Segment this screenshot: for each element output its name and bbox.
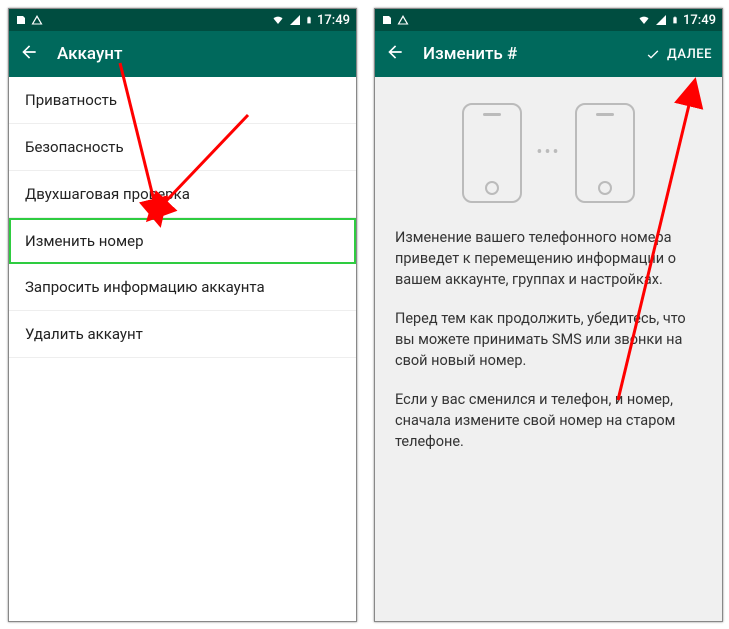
signal-icon <box>655 14 667 26</box>
status-clock: 17:49 <box>683 13 716 28</box>
battery-icon <box>671 14 679 26</box>
warning-icon <box>31 14 43 26</box>
next-button[interactable]: ДАЛЕЕ <box>645 46 712 62</box>
phone-icon <box>462 103 522 203</box>
warning-icon <box>397 14 409 26</box>
settings-item-0[interactable]: Приватность <box>9 77 356 124</box>
phone-left: 17:49 Аккаунт ПриватностьБезопасностьДву… <box>8 8 357 622</box>
back-button[interactable] <box>385 42 405 66</box>
settings-item-4[interactable]: Запросить информацию аккаунта <box>9 264 356 311</box>
info-paragraph: Если у вас сменился и телефон, и номер, … <box>395 389 702 452</box>
settings-item-3[interactable]: Изменить номер <box>9 218 356 264</box>
settings-list: ПриватностьБезопасностьДвухшаговая прове… <box>9 77 356 358</box>
page-title: Аккаунт <box>57 44 122 64</box>
signal-icon <box>289 14 301 26</box>
status-bar: 17:49 <box>375 9 722 31</box>
status-clock: 17:49 <box>317 13 350 28</box>
status-bar: 17:49 <box>9 9 356 31</box>
wifi-icon <box>637 14 651 26</box>
next-label: ДАЛЕЕ <box>667 47 712 62</box>
sim-icon <box>15 14 27 26</box>
info-paragraph: Изменение вашего телефонного номера прив… <box>395 227 702 290</box>
dots-icon: ••• <box>536 140 560 166</box>
info-paragraph: Перед тем как продолжить, убедитесь, что… <box>395 308 702 371</box>
change-number-info: ••• Изменение вашего телефонного номера … <box>375 77 722 621</box>
app-bar: Аккаунт <box>9 31 356 77</box>
arrow-left-icon <box>385 42 405 62</box>
wifi-icon <box>271 14 285 26</box>
page-title: Изменить # <box>423 44 517 64</box>
settings-item-5[interactable]: Удалить аккаунт <box>9 311 356 358</box>
phone-right: 17:49 Изменить # ДАЛЕЕ ••• Изменение ваш… <box>374 8 723 622</box>
battery-icon <box>305 14 313 26</box>
check-icon <box>645 46 661 62</box>
phones-illustration: ••• <box>395 93 702 227</box>
app-bar: Изменить # ДАЛЕЕ <box>375 31 722 77</box>
settings-item-1[interactable]: Безопасность <box>9 124 356 171</box>
sim-icon <box>381 14 393 26</box>
phone-icon <box>575 103 635 203</box>
back-button[interactable] <box>19 42 39 66</box>
arrow-left-icon <box>19 42 39 62</box>
settings-item-2[interactable]: Двухшаговая проверка <box>9 171 356 218</box>
